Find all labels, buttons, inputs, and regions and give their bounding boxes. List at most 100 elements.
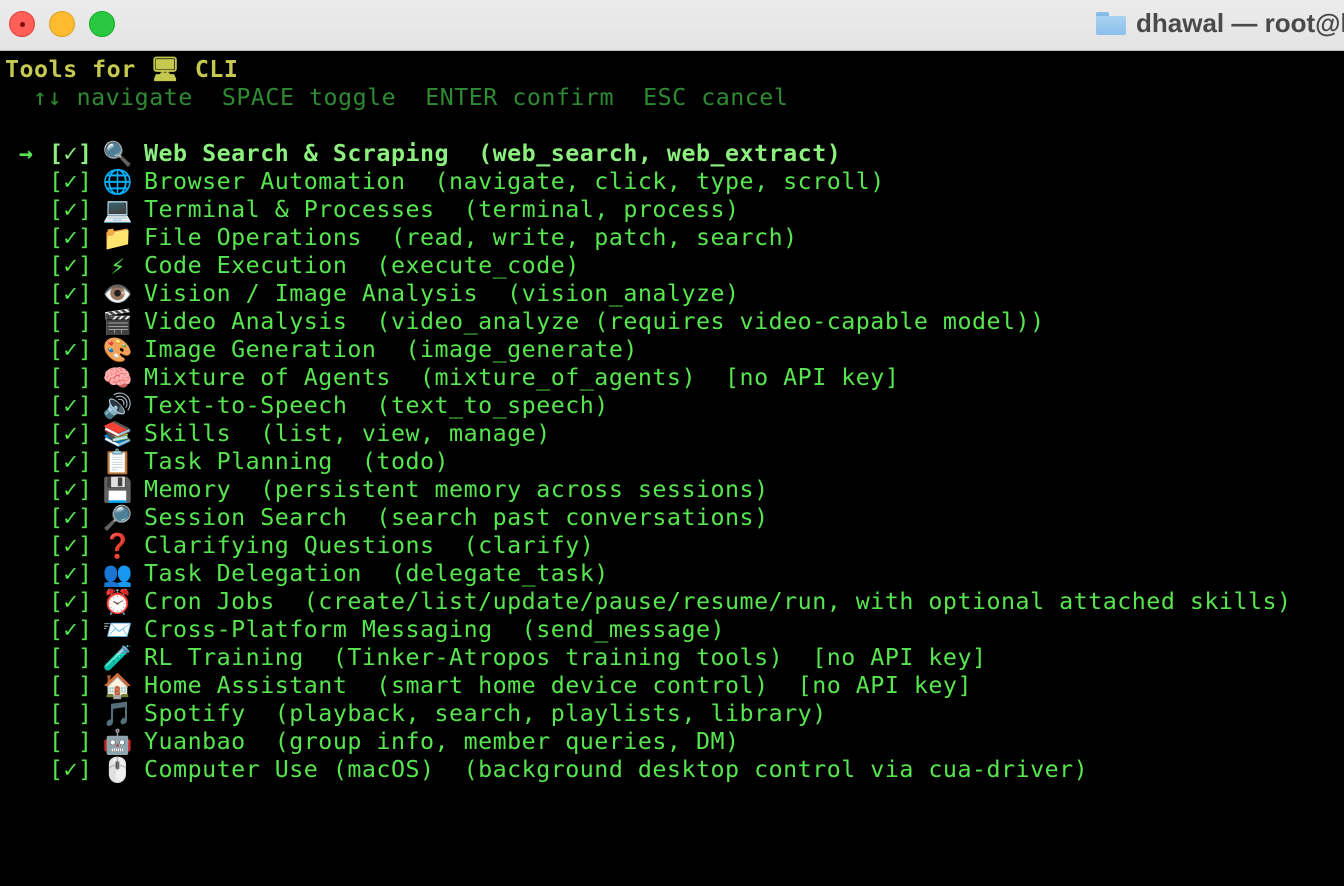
tool-label: Code Execution (execute_code) <box>144 252 580 279</box>
tool-icon: 🤖 <box>102 728 134 756</box>
tool-checkbox[interactable]: [✓] <box>49 196 93 224</box>
tool-item[interactable]: [ ] 🧪 RL Training (Tinker-Atropos training… <box>0 644 1344 672</box>
tool-checkbox[interactable]: [✓] <box>49 336 93 364</box>
tool-checkbox[interactable]: [✓] <box>49 504 93 532</box>
tool-label: Task Planning (todo) <box>144 448 450 475</box>
tool-item[interactable]: [ ] 🏠 Home Assistant (smart home device co… <box>0 672 1344 700</box>
tool-item[interactable]: [ ] 🎵 Spotify (playback, search, playlists… <box>0 700 1344 728</box>
close-window-button[interactable] <box>9 11 35 37</box>
tool-item[interactable]: [✓] ⏰ Cron Jobs (create/list/update/pause/… <box>0 588 1344 616</box>
tool-icon: 📚 <box>102 420 134 448</box>
tool-item[interactable]: [✓] 🔊 Text-to-Speech (text_to_speech) <box>0 392 1344 420</box>
tool-checkbox[interactable]: [✓] <box>49 224 93 252</box>
tool-item[interactable]: [✓] 🖱️ Computer Use (macOS) (background de… <box>0 756 1344 784</box>
tool-label: Terminal & Processes (terminal, process) <box>144 196 740 223</box>
tool-icon: 🔊 <box>102 392 134 420</box>
tool-item[interactable]: [✓] 📁 File Operations (read, write, patch,… <box>0 224 1344 252</box>
tool-checkbox[interactable]: [✓] <box>49 560 93 588</box>
tools-header: Tools for 🖥 CLI <box>5 56 239 83</box>
tool-label: Yuanbao (group info, member queries, DM) <box>144 728 740 755</box>
terminal-content[interactable]: Tools for 🖥 CLI ↑↓ navigate SPACE toggle… <box>0 52 1344 886</box>
tool-item[interactable]: [ ] 🎬 Video Analysis (video_analyze (requi… <box>0 308 1344 336</box>
maximize-window-button[interactable] <box>89 11 115 37</box>
tool-item[interactable]: [ ] 🧠 Mixture of Agents (mixture_of_agents… <box>0 364 1344 392</box>
tool-label: Cron Jobs (create/list/update/pause/resu… <box>144 588 1292 615</box>
tool-item[interactable]: [✓] 👥 Task Delegation (delegate_task) <box>0 560 1344 588</box>
tool-item[interactable]: [✓] 💾 Memory (persistent memory across ses… <box>0 476 1344 504</box>
tool-icon: 💻 <box>102 196 134 224</box>
tool-checkbox[interactable]: [✓] <box>49 588 93 616</box>
tool-icon: ⚡ <box>110 252 126 280</box>
tool-icon: 💾 <box>102 476 134 504</box>
tool-checkbox[interactable]: [✓] <box>49 616 93 644</box>
tool-item[interactable]: [✓] 👁️ Vision / Image Analysis (vision_ana… <box>0 280 1344 308</box>
tool-checkbox[interactable]: [✓] <box>49 168 93 196</box>
tool-label: Text-to-Speech (text_to_speech) <box>144 392 609 419</box>
tool-icon: 📋 <box>102 448 134 476</box>
tool-icon: 🔎 <box>102 504 134 532</box>
tool-label: Cross-Platform Messaging (send_message) <box>144 616 726 643</box>
tool-item[interactable]: [✓] 📨 Cross-Platform Messaging (send_messa… <box>0 616 1344 644</box>
tool-icon: 🌐 <box>102 168 134 196</box>
tool-checkbox[interactable]: [ ] <box>49 672 93 700</box>
tool-checkbox[interactable]: [✓] <box>49 532 93 560</box>
tool-label: RL Training (Tinker-Atropos training too… <box>144 644 987 671</box>
tool-checkbox[interactable]: [✓] <box>49 476 93 504</box>
tool-label: Skills (list, view, manage) <box>144 420 551 447</box>
tool-checkbox[interactable]: [ ] <box>49 644 93 672</box>
tool-icon: 👁️ <box>102 280 134 308</box>
tool-icon: 🖱️ <box>102 756 134 784</box>
tool-label: Browser Automation (navigate, click, typ… <box>144 168 885 195</box>
tool-item[interactable]: [✓] ❓ Clarifying Questions (clarify) <box>0 532 1344 560</box>
tool-checkbox[interactable]: [ ] <box>49 364 93 392</box>
tool-item[interactable]: [✓] 🔎 Session Search (search past conversa… <box>0 504 1344 532</box>
tool-item[interactable]: [✓] 🎨 Image Generation (image_generate) <box>0 336 1344 364</box>
window-title-text: dhawal — root@l <box>1136 8 1344 38</box>
tool-icon: 🎵 <box>102 700 134 728</box>
minimize-window-button[interactable] <box>49 11 75 37</box>
tool-icon: 🏠 <box>102 672 134 700</box>
tool-label: Spotify (playback, search, playlists, li… <box>144 700 827 727</box>
tool-item[interactable]: [✓] 📚 Skills (list, view, manage) <box>0 420 1344 448</box>
selection-cursor: → <box>18 140 34 167</box>
tool-item[interactable]: [✓] 📋 Task Planning (todo) <box>0 448 1344 476</box>
tool-icon: 🎬 <box>102 308 134 336</box>
window-title: dhawal — root@l <box>1096 8 1344 39</box>
tool-checkbox[interactable]: [✓] <box>49 420 93 448</box>
tool-label: Memory (persistent memory across session… <box>144 476 769 503</box>
tool-icon: 🎨 <box>102 336 134 364</box>
tool-item[interactable]: [✓] 🌐 Browser Automation (navigate, click,… <box>0 168 1344 196</box>
tool-label: Video Analysis (video_analyze (requires … <box>144 308 1045 335</box>
window-titlebar: dhawal — root@l <box>0 0 1344 51</box>
tool-checkbox[interactable]: [ ] <box>49 700 93 728</box>
tool-icon: 📁 <box>102 224 134 252</box>
tool-checkbox[interactable]: [✓] <box>49 140 93 168</box>
folder-icon <box>1096 12 1126 35</box>
tool-icon: 👥 <box>102 560 134 588</box>
tool-label: Web Search & Scraping (web_search, web_e… <box>144 140 842 167</box>
tool-icon: 🧪 <box>102 644 134 672</box>
tool-checkbox[interactable]: [✓] <box>49 252 93 280</box>
tool-label: Computer Use (macOS) (background desktop… <box>144 756 1089 783</box>
tool-item[interactable]: [✓] 💻 Terminal & Processes (terminal, proc… <box>0 196 1344 224</box>
tool-checkbox[interactable]: [ ] <box>49 728 93 756</box>
tool-icon: ⏰ <box>102 588 134 616</box>
tool-label: File Operations (read, write, patch, sea… <box>144 224 798 251</box>
tool-icon: ❓ <box>102 532 134 560</box>
tool-item[interactable]: → [✓] 🔍 Web Search & Scraping (web_search, … <box>0 140 1344 168</box>
tool-checkbox[interactable]: [✓] <box>49 280 93 308</box>
tool-label: Session Search (search past conversation… <box>144 504 769 531</box>
tool-item[interactable]: [ ] 🤖 Yuanbao (group info, member queries,… <box>0 728 1344 756</box>
tool-icon: 🔍 <box>102 140 134 168</box>
tool-label: Home Assistant (smart home device contro… <box>144 672 972 699</box>
tool-label: Mixture of Agents (mixture_of_agents) [n… <box>144 364 900 391</box>
tool-checkbox[interactable]: [ ] <box>49 308 93 336</box>
tool-label: Image Generation (image_generate) <box>144 336 638 363</box>
tool-label: Clarifying Questions (clarify) <box>144 532 595 559</box>
tool-checkbox[interactable]: [✓] <box>49 448 93 476</box>
key-hints: ↑↓ navigate SPACE toggle ENTER confirm E… <box>33 84 789 111</box>
tool-item[interactable]: [✓] ⚡ Code Execution (execute_code) <box>0 252 1344 280</box>
tool-label: Task Delegation (delegate_task) <box>144 560 609 587</box>
tool-checkbox[interactable]: [✓] <box>49 392 93 420</box>
tool-checkbox[interactable]: [✓] <box>49 756 93 784</box>
